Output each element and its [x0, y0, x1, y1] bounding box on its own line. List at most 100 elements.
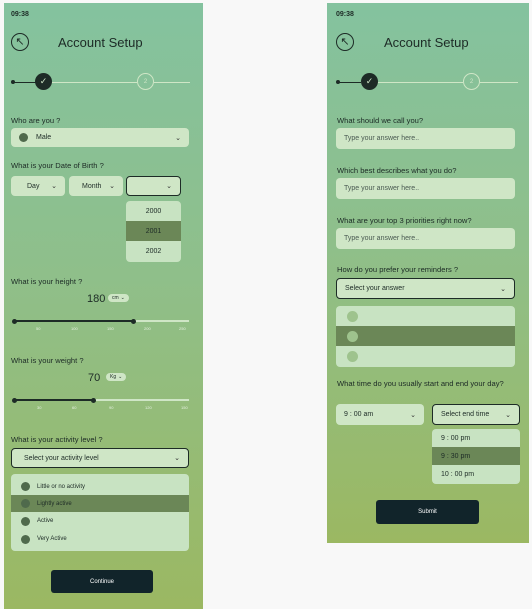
activity-option[interactable]: Little or no activity — [11, 478, 189, 495]
end-time-option-selected[interactable]: 9 : 30 pm — [432, 447, 520, 465]
weight-slider-knob[interactable] — [91, 397, 96, 403]
name-question: What should we call you? — [337, 116, 424, 125]
step-1-complete: ✓ — [361, 73, 378, 90]
chevron-down-icon: ⌄ — [51, 183, 57, 190]
person-icon — [19, 133, 28, 142]
dob-year-select[interactable]: ⌄ — [126, 176, 181, 196]
stepper-line-tail — [154, 81, 190, 83]
weight-tick: 120 — [145, 405, 152, 410]
status-time: 09:38 — [11, 11, 29, 18]
activity-dropdown-list: Little or no activity Lightly active Act… — [11, 474, 189, 551]
account-setup-screen-1: 09:38 ↖ Account Setup ✓ 2 Who are you ? … — [4, 3, 203, 609]
end-time-dropdown-list: 9 : 00 pm 9 : 30 pm 10 : 00 pm — [432, 429, 520, 484]
height-unit-select[interactable]: cm ⌄ — [108, 294, 129, 302]
weight-tick: 150 — [181, 405, 188, 410]
year-option-selected[interactable]: 2001 — [126, 221, 181, 241]
year-dropdown-list: 2000 2001 2002 — [126, 201, 181, 262]
person-icon — [21, 482, 30, 491]
reminders-dropdown-list — [336, 306, 515, 367]
gender-select[interactable]: Male ⌄ — [11, 128, 189, 147]
describe-input[interactable]: Type your answer here.. — [336, 178, 515, 199]
gender-question: Who are you ? — [11, 116, 61, 125]
weight-slider-min-knob — [12, 397, 17, 403]
check-icon: ✓ — [39, 76, 48, 86]
end-time-option[interactable]: 10 : 00 pm — [432, 465, 520, 484]
chevron-down-icon: ⌄ — [118, 374, 123, 380]
weight-question: What is your weight ? — [11, 356, 84, 365]
chevron-down-icon: ⌄ — [175, 134, 181, 142]
reminder-option[interactable] — [336, 346, 515, 367]
end-time-select[interactable]: Select end time ⌄ — [432, 404, 520, 425]
height-slider-knob[interactable] — [131, 318, 136, 324]
height-tick: 250 — [179, 326, 186, 331]
step-2-indicator: 2 — [463, 73, 480, 90]
describe-question: Which best describes what you do? — [337, 166, 457, 175]
height-tick: 200 — [144, 326, 151, 331]
step-2-indicator: 2 — [137, 73, 154, 90]
activity-option-label: Very Active — [37, 536, 67, 542]
activity-option-label: Little or no activity — [37, 483, 86, 490]
continue-button[interactable]: Continue — [51, 570, 153, 593]
height-tick: 100 — [71, 326, 78, 331]
weight-value: 70 — [88, 372, 101, 384]
chevron-down-icon: ⌄ — [109, 183, 115, 190]
back-arrow-icon: ↖ — [340, 35, 350, 48]
weight-tick: 90 — [109, 405, 114, 410]
end-time-placeholder: Select end time — [441, 411, 490, 418]
chevron-down-icon: ⌄ — [166, 183, 172, 190]
chevron-down-icon: ⌄ — [174, 455, 180, 462]
back-button[interactable]: ↖ — [336, 33, 354, 51]
step-1-complete: ✓ — [35, 73, 52, 90]
stepper-line-tail — [480, 81, 518, 83]
height-unit: cm — [112, 295, 119, 301]
reminder-option[interactable] — [336, 306, 515, 326]
reminders-question: How do you prefer your reminders ? — [337, 265, 459, 274]
activity-option-selected[interactable]: Lightly active — [11, 495, 189, 512]
weight-unit: Kg — [110, 374, 117, 380]
stepper-line-done — [14, 81, 36, 83]
dob-day-select[interactable]: Day ⌄ — [11, 176, 65, 196]
chevron-down-icon: ⌄ — [120, 295, 125, 301]
option-bullet — [347, 351, 358, 362]
day-time-question: What time do you usually start and end y… — [337, 379, 504, 388]
stepper-line — [52, 81, 137, 83]
back-button[interactable]: ↖ — [11, 33, 29, 51]
stepper-line — [378, 81, 463, 83]
start-time-value: 9 : 00 am — [344, 411, 374, 418]
back-arrow-icon: ↖ — [15, 35, 25, 48]
person-icon — [21, 516, 30, 526]
year-option[interactable]: 2000 — [126, 201, 181, 221]
weight-slider-fill — [14, 399, 93, 401]
start-time-select[interactable]: 9 : 00 am ⌄ — [336, 404, 424, 425]
activity-option-label: Active — [37, 518, 54, 524]
activity-placeholder: Select your activity level — [24, 454, 99, 462]
weight-unit-select[interactable]: Kg ⌄ — [106, 373, 127, 381]
end-time-option[interactable]: 9 : 00 pm — [432, 429, 520, 447]
submit-button[interactable]: Submit — [376, 500, 479, 524]
priorities-input[interactable]: Type your answer here.. — [336, 228, 515, 249]
stepper-line-done — [339, 81, 361, 83]
reminders-placeholder: Select your answer — [345, 285, 405, 292]
activity-option-label: Lightly active — [37, 500, 72, 507]
reminder-option-selected[interactable] — [336, 326, 515, 346]
height-slider-fill — [14, 320, 133, 322]
name-input[interactable]: Type your answer here.. — [336, 128, 515, 149]
account-setup-screen-2: 09:38 ↖ Account Setup ✓ 2 What should we… — [327, 3, 529, 543]
activity-option[interactable]: Very Active — [11, 530, 189, 548]
weight-tick: 60 — [72, 405, 77, 410]
check-icon: ✓ — [365, 76, 374, 86]
page-title: Account Setup — [58, 35, 143, 50]
year-option[interactable]: 2002 — [126, 241, 181, 261]
weight-tick: 30 — [37, 405, 42, 410]
person-icon — [21, 499, 30, 508]
dob-day-label: Day — [27, 182, 40, 190]
activity-select[interactable]: Select your activity level ⌄ — [11, 448, 189, 468]
activity-option[interactable]: Active — [11, 512, 189, 530]
height-value: 180 — [87, 293, 106, 305]
reminders-select[interactable]: Select your answer ⌄ — [336, 278, 515, 299]
chevron-down-icon: ⌄ — [410, 411, 416, 419]
option-bullet — [347, 330, 358, 342]
dob-month-select[interactable]: Month ⌄ — [69, 176, 123, 196]
gender-value: Male — [36, 134, 52, 141]
height-question: What is your height ? — [11, 277, 83, 286]
